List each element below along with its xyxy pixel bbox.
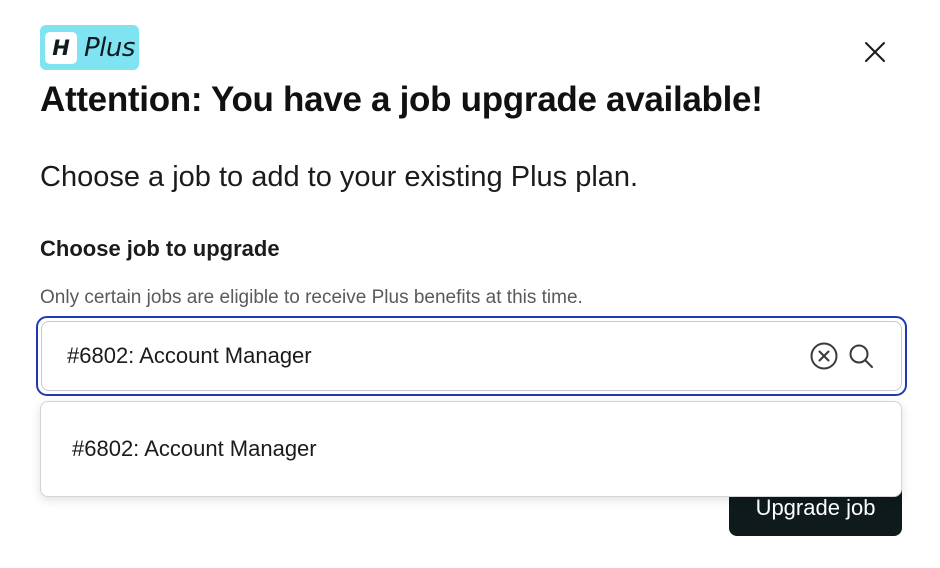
job-search-input[interactable]	[67, 343, 809, 369]
clear-button[interactable]	[809, 341, 839, 371]
close-icon	[865, 42, 885, 62]
dialog-subtitle: Choose a job to add to your existing Plu…	[40, 161, 639, 193]
job-search-box	[41, 321, 902, 391]
job-search-focus-ring	[36, 316, 907, 396]
field-label: Choose job to upgrade	[40, 236, 280, 261]
dialog-title: Attention: You have a job upgrade availa…	[40, 80, 763, 119]
clear-circle-icon	[810, 342, 838, 370]
search-button[interactable]	[847, 342, 875, 370]
field-help-text: Only certain jobs are eligible to receiv…	[40, 287, 583, 308]
logo-mark: H	[45, 31, 77, 64]
search-icon	[849, 344, 873, 368]
dropdown-option[interactable]: #6802: Account Manager	[41, 402, 901, 496]
close-button[interactable]	[860, 37, 890, 67]
logo-text: Plus	[84, 32, 135, 63]
job-dropdown: #6802: Account Manager	[40, 401, 902, 497]
plus-logo: H Plus	[40, 25, 139, 70]
